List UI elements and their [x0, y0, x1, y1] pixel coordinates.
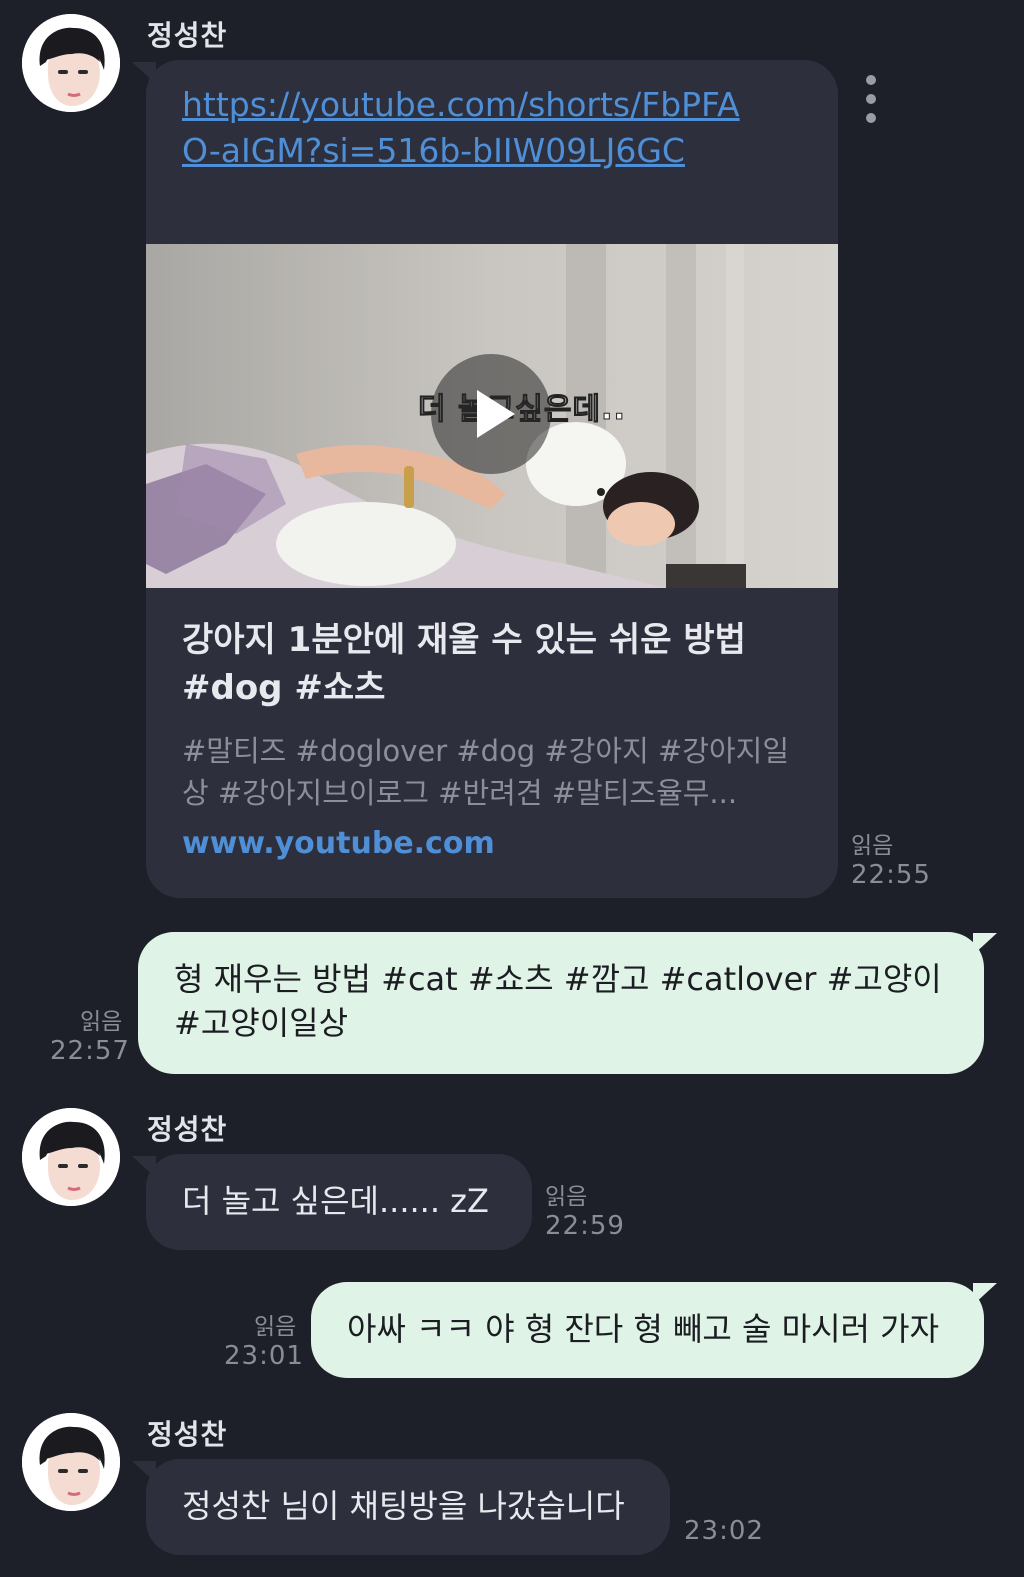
play-icon: [477, 390, 515, 438]
message-time: 22:59: [545, 1211, 625, 1241]
preview-description: #말티즈 #doglover #dog #강아지 #강아지일상 #강아지브이로그…: [182, 734, 790, 810]
more-options-button[interactable]: [866, 75, 878, 132]
read-receipt: 읽음: [545, 1184, 588, 1210]
incoming-message-bubble[interactable]: 더 놀고 싶은데...... zZ: [146, 1154, 532, 1250]
outgoing-message-bubble[interactable]: 아싸 ㅋㅋ 야 형 잔다 형 빼고 술 마시러 가자: [311, 1282, 984, 1378]
message-text: 형 재우는 방법 #cat #쇼츠 #깜고 #catlover #고양이 #고양…: [174, 960, 942, 1042]
link-preview-bubble[interactable]: https://youtube.com/shorts/FbPFAO-aIGM?s…: [146, 60, 838, 898]
read-receipt: 읽음: [851, 833, 894, 859]
preview-domain[interactable]: www.youtube.com: [182, 826, 812, 861]
read-receipt: 읽음: [80, 1009, 123, 1035]
sender-avatar[interactable]: [22, 14, 120, 112]
message-time: 23:02: [684, 1516, 764, 1546]
message-text: 정성찬 님이 채팅방을 나갔습니다: [182, 1487, 625, 1525]
message-text: 아싸 ㅋㅋ 야 형 잔다 형 빼고 술 마시러 가자: [347, 1310, 940, 1348]
outgoing-message-bubble[interactable]: 형 재우는 방법 #cat #쇼츠 #깜고 #catlover #고양이 #고양…: [138, 932, 984, 1074]
play-button[interactable]: [431, 354, 551, 474]
incoming-message-bubble[interactable]: 정성찬 님이 채팅방을 나갔습니다: [146, 1459, 670, 1555]
message-text: 더 놀고 싶은데...... zZ: [182, 1182, 489, 1220]
message-time: 22:57: [50, 1036, 130, 1066]
message-time: 22:55: [851, 860, 931, 890]
sender-name: 정성찬: [147, 1113, 228, 1146]
profile-avatar-image: [22, 1413, 120, 1511]
message-time: 23:01: [224, 1341, 304, 1371]
sender-avatar[interactable]: [22, 1413, 120, 1511]
video-thumbnail[interactable]: 더 놀고싶은데..: [146, 244, 838, 588]
sender-name: 정성찬: [147, 19, 228, 52]
preview-title: 강아지 1분안에 재울 수 있는 쉬운 방법 #dog #쇼츠: [182, 620, 746, 708]
profile-avatar-image: [22, 14, 120, 112]
profile-avatar-image: [22, 1108, 120, 1206]
sender-avatar[interactable]: [22, 1108, 120, 1206]
kebab-menu-icon: [866, 75, 876, 85]
read-receipt: 읽음: [254, 1314, 297, 1340]
shared-link[interactable]: https://youtube.com/shorts/FbPFAO-aIGM?s…: [182, 85, 740, 170]
sender-name: 정성찬: [147, 1418, 228, 1451]
